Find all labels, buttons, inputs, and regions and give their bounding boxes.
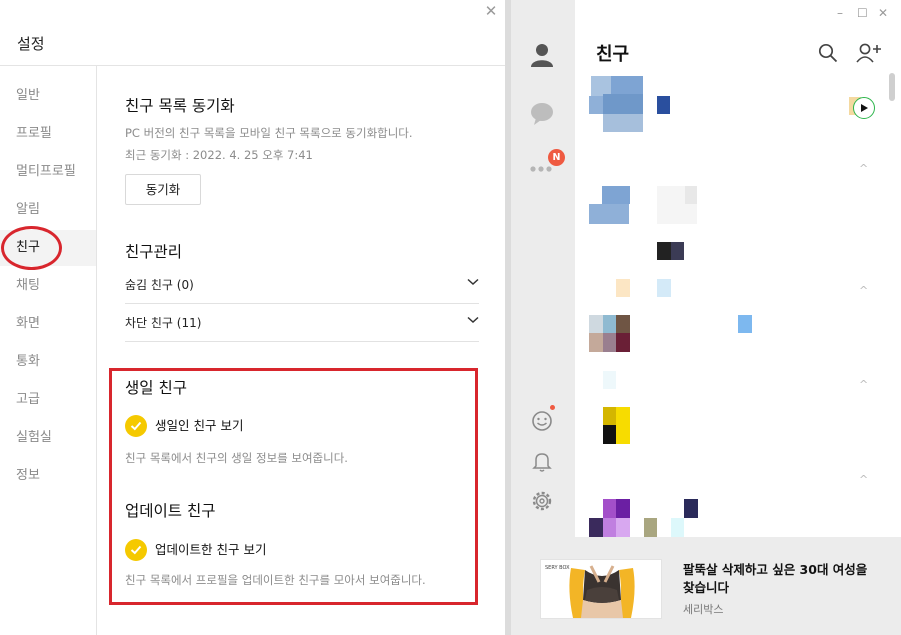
avatar xyxy=(616,499,630,518)
last-sync-text: 최근 동기화 : 2022. 4. 25 오후 7:41 xyxy=(125,148,313,162)
ad-brand-logo: SERY BOX xyxy=(545,565,570,571)
manage-heading: 친구관리 xyxy=(125,243,183,261)
avatar xyxy=(685,186,697,204)
collapse-caret-icon[interactable]: ^ xyxy=(859,473,868,486)
sidebar-item-advanced[interactable]: 고급 xyxy=(0,382,96,418)
collapse-caret-icon[interactable]: ^ xyxy=(859,378,868,391)
highlight-circle-annotation xyxy=(1,226,62,270)
avatar xyxy=(603,315,616,333)
avatar xyxy=(589,333,603,352)
avatar xyxy=(602,186,630,204)
avatar xyxy=(657,96,670,114)
sidebar-item-chat[interactable]: 채팅 xyxy=(0,268,96,304)
avatar xyxy=(616,518,630,537)
avatar xyxy=(603,499,616,518)
avatar xyxy=(603,371,616,389)
hidden-friends-label: 숨김 친구 (0) xyxy=(125,278,194,292)
add-friend-icon[interactable] xyxy=(856,43,882,67)
sync-button[interactable]: 동기화 xyxy=(125,174,201,205)
blocked-friends-label: 차단 친구 (11) xyxy=(125,316,202,330)
chevron-down-icon xyxy=(465,266,479,304)
bell-icon[interactable] xyxy=(529,448,555,474)
avatar xyxy=(644,518,657,537)
sidebar-item-display[interactable]: 화면 xyxy=(0,306,96,342)
sidebar-item-profile[interactable]: 프로필 xyxy=(0,116,96,152)
person-icon[interactable] xyxy=(529,42,555,68)
close-icon[interactable]: ✕ xyxy=(878,6,888,20)
sidebar-item-call[interactable]: 통화 xyxy=(0,344,96,380)
avatar xyxy=(616,333,630,352)
settings-title: 설정 xyxy=(17,35,45,53)
sidebar-item-labs[interactable]: 실험실 xyxy=(0,420,96,456)
avatar xyxy=(591,76,611,96)
birthday-option-label: 생일인 친구 보기 xyxy=(155,418,244,433)
maximize-icon[interactable]: ☐ xyxy=(857,6,868,20)
avatar xyxy=(589,315,603,333)
notification-badge: N xyxy=(548,149,565,166)
avatar xyxy=(657,279,671,297)
collapse-caret-icon[interactable]: ^ xyxy=(859,162,868,175)
avatar xyxy=(616,315,630,333)
updated-description: 친구 목록에서 프로필을 업데이트한 친구를 모아서 보여줍니다. xyxy=(125,573,426,587)
avatar xyxy=(603,333,616,352)
ad-image[interactable]: SERY BOX xyxy=(540,559,662,619)
birthday-description: 친구 목록에서 친구의 생일 정보를 보여줍니다. xyxy=(125,451,348,465)
avatar xyxy=(603,407,616,425)
ad-banner[interactable]: SERY BOX 팔뚝살 삭제하고 싶은 30대 여성을 찾습니다 세리박스 xyxy=(511,537,901,635)
ad-sponsor: 세리박스 xyxy=(683,603,724,616)
avatar xyxy=(616,407,630,444)
sidebar-item-multiprofile[interactable]: 멀티프로필 xyxy=(0,154,96,190)
sidebar-item-notifications[interactable]: 알림 xyxy=(0,192,96,228)
collapse-caret-icon[interactable]: ^ xyxy=(859,284,868,297)
updated-heading: 업데이트 친구 xyxy=(125,502,216,520)
updated-option-label: 업데이트한 친구 보기 xyxy=(155,542,267,557)
avatar xyxy=(589,518,603,537)
avatar xyxy=(671,242,684,260)
chat-bubble-icon[interactable] xyxy=(529,101,555,127)
chevron-down-icon xyxy=(465,304,479,342)
avatar xyxy=(603,518,616,537)
avatar xyxy=(657,242,671,260)
sidebar-item-general[interactable]: 일반 xyxy=(0,78,96,114)
search-icon[interactable] xyxy=(818,43,838,67)
gear-icon[interactable] xyxy=(529,488,555,514)
checkmark-icon xyxy=(125,415,147,437)
sidebar-item-info[interactable]: 정보 xyxy=(0,458,96,494)
kakao-main-window: N – ☐ ✕ 친구 ^ ^ ^ ^ SERY BOX 팔뚝살 삭제하고 싶은 … xyxy=(511,0,901,635)
avatar xyxy=(738,315,752,333)
sync-heading: 친구 목록 동기화 xyxy=(125,97,235,115)
avatar xyxy=(684,499,698,518)
avatar xyxy=(616,279,630,297)
avatar xyxy=(603,94,643,114)
avatar xyxy=(603,114,643,132)
scrollbar-thumb[interactable] xyxy=(889,73,895,101)
checkmark-icon xyxy=(125,539,147,561)
friends-title: 친구 xyxy=(596,44,630,65)
close-icon[interactable]: ✕ xyxy=(482,2,500,20)
settings-window: ✕ 설정 일반 프로필 멀티프로필 알림 친구 채팅 화면 통화 고급 실험실 … xyxy=(0,0,505,635)
hidden-friends-row[interactable]: 숨김 친구 (0) xyxy=(125,266,479,304)
sync-description: PC 버전의 친구 목록을 모바일 친구 목록으로 동기화합니다. xyxy=(125,126,413,140)
left-nav-rail: N xyxy=(511,0,575,537)
avatar xyxy=(671,518,684,537)
blocked-friends-row[interactable]: 차단 친구 (11) xyxy=(125,304,479,342)
avatar xyxy=(603,425,616,444)
ad-title[interactable]: 팔뚝살 삭제하고 싶은 30대 여성을 찾습니다 xyxy=(683,561,883,597)
new-dot-indicator xyxy=(550,405,555,410)
avatar xyxy=(589,204,629,224)
emoji-icon[interactable] xyxy=(529,408,555,434)
avatar xyxy=(611,76,643,96)
minimize-icon[interactable]: – xyxy=(837,6,843,20)
highlight-box-annotation xyxy=(109,368,478,605)
play-icon[interactable] xyxy=(853,97,875,119)
birthday-heading: 생일 친구 xyxy=(125,379,187,397)
settings-content: 친구 목록 동기화 PC 버전의 친구 목록을 모바일 친구 목록으로 동기화합… xyxy=(97,66,505,635)
